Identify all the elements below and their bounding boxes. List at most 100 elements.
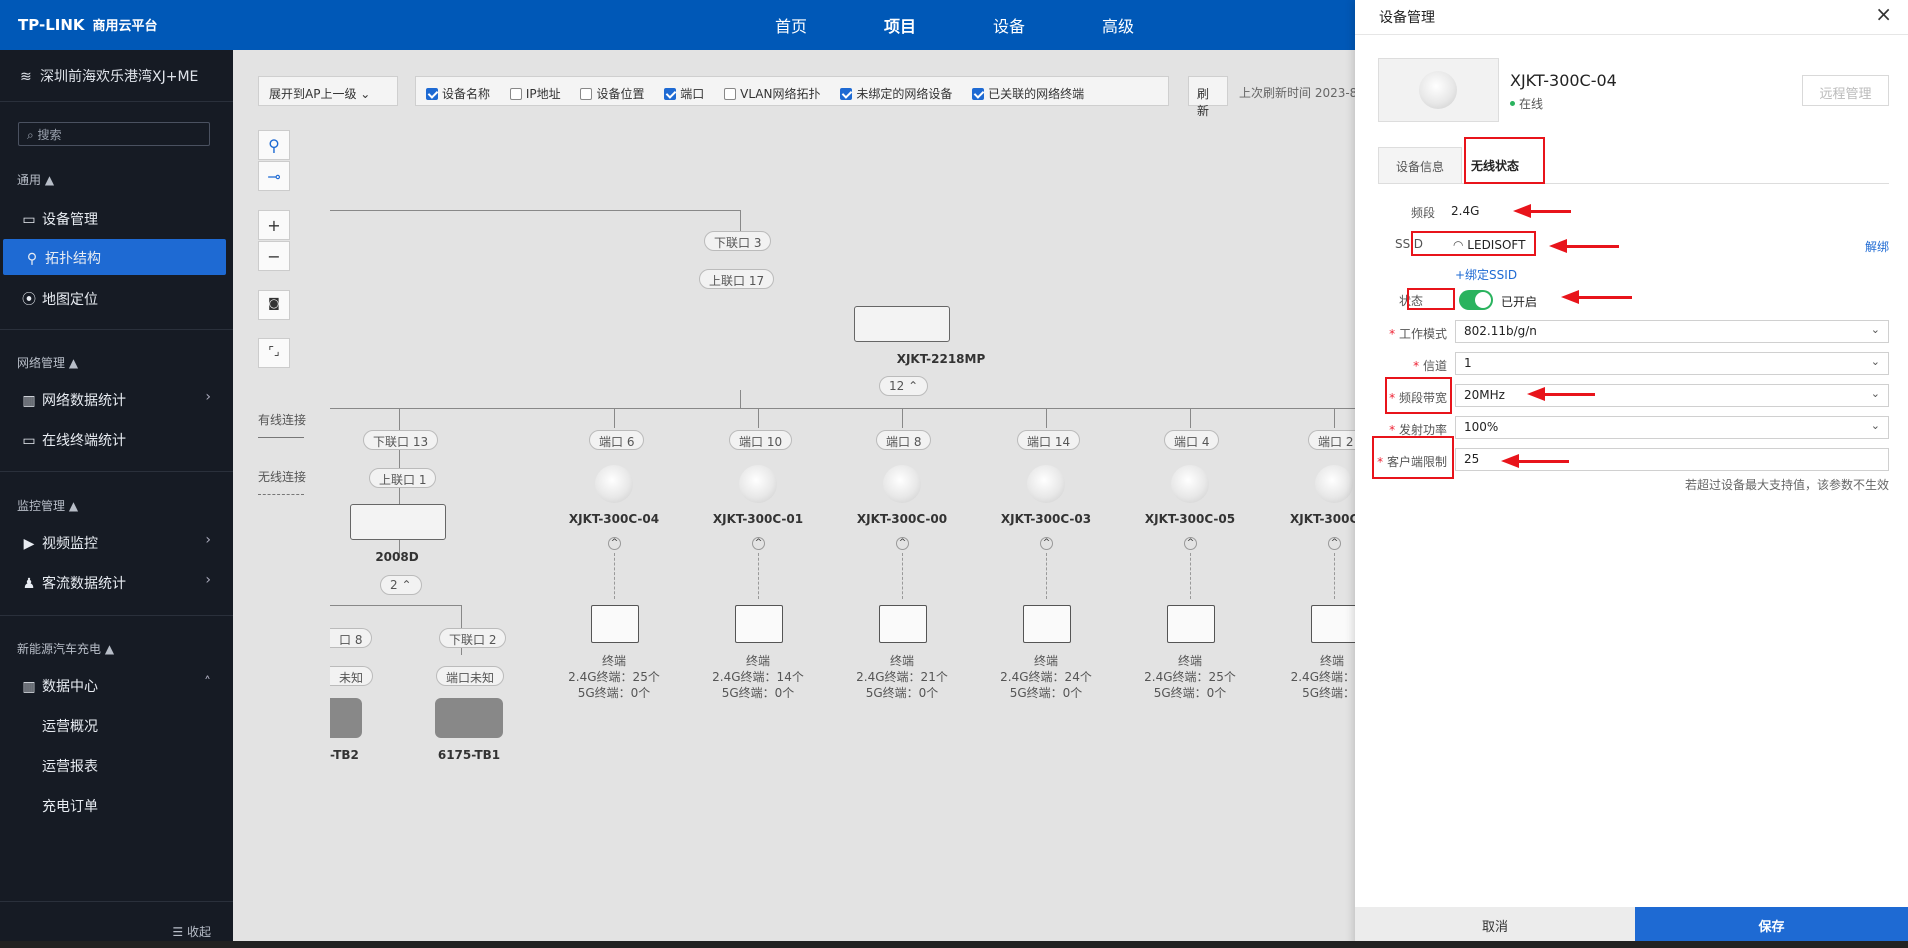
zoom-in-icon[interactable]: + xyxy=(258,210,290,240)
section-ev[interactable]: 新能源汽车充电 ▲ xyxy=(17,640,114,657)
layers-icon: ≋ xyxy=(20,69,32,85)
option-associated[interactable]: 已关联的网络终端 xyxy=(972,87,1084,101)
laptop-icon xyxy=(1311,605,1355,643)
tree-view-icon[interactable]: ⚲ xyxy=(258,130,290,160)
port-label: 端口 10 xyxy=(729,430,793,450)
sidebar-item-device-mgmt[interactable]: ▭ 设备管理 xyxy=(0,200,233,236)
port-label: 下联口 3 xyxy=(704,231,772,251)
chevron-down-icon: ⌄ xyxy=(1870,387,1880,400)
horizontal-tree-icon[interactable]: ⊸ xyxy=(258,161,290,191)
bandwidth-select[interactable]: 20MHz ⌄ xyxy=(1455,384,1889,407)
topology-canvas[interactable]: 展开到AP上一级 ⌄ 设备名称 IP地址 设备位置 端口 VLAN网络拓扑 未绑… xyxy=(233,50,1355,948)
option-vlan[interactable]: VLAN网络拓扑 xyxy=(724,87,821,101)
sidebar-subitem-report[interactable]: 运营报表 xyxy=(42,756,98,776)
status-badge: 在线 xyxy=(1510,95,1543,112)
option-port[interactable]: 端口 xyxy=(664,87,704,101)
fullscreen-icon[interactable]: ⌜⌟ xyxy=(258,338,290,368)
ap-icon[interactable] xyxy=(1171,465,1209,503)
channel-select[interactable]: 1 ⌄ xyxy=(1455,352,1889,375)
save-button[interactable]: 保存 xyxy=(1635,907,1908,941)
collapse-toggle[interactable]: 12 ⌃ xyxy=(879,376,929,396)
divider xyxy=(0,471,233,472)
port-label: 端口未知 xyxy=(436,666,505,686)
option-location[interactable]: 设备位置 xyxy=(580,87,644,101)
expand-icon[interactable]: ^ xyxy=(1328,537,1341,550)
nav-advanced[interactable]: 高级 xyxy=(1102,13,1134,37)
band-value: 2.4G xyxy=(1451,204,1480,218)
port-label: 未知 xyxy=(330,666,374,686)
expand-level-select[interactable]: 展开到AP上一级 ⌄ xyxy=(258,76,398,106)
close-icon[interactable]: × xyxy=(1875,2,1892,26)
port-label: 端口 8 xyxy=(876,430,932,450)
option-ip[interactable]: IP地址 xyxy=(509,87,561,101)
sidebar-item-net-stats[interactable]: ▥ 网络数据统计 › xyxy=(0,381,233,417)
sidebar-item-topology[interactable]: ⚲ 拓扑结构 xyxy=(3,239,226,275)
annotation-box xyxy=(1385,377,1452,414)
switch-icon[interactable] xyxy=(350,504,446,540)
collapse-button[interactable]: ☰ 收起 xyxy=(172,923,211,940)
display-options: 设备名称 IP地址 设备位置 端口 VLAN网络拓扑 未绑定的网络设备 已关联的… xyxy=(415,76,1169,106)
sidebar-item-video[interactable]: ▶ 视频监控 › xyxy=(0,524,233,560)
option-device-name[interactable]: 设备名称 xyxy=(426,87,490,101)
remote-manage-button[interactable]: 远程管理 xyxy=(1802,75,1889,106)
sidebar-item-traffic[interactable]: ♟ 客流数据统计 › xyxy=(0,564,233,600)
nav-project[interactable]: 项目 xyxy=(884,13,916,37)
nav-device[interactable]: 设备 xyxy=(993,13,1025,37)
bar-chart-icon: ▥ xyxy=(22,393,36,409)
port-label: 下联口 13 xyxy=(363,430,439,450)
unbind-link[interactable]: 解绑 xyxy=(1865,238,1889,255)
play-icon: ▶ xyxy=(23,536,35,552)
switch-icon[interactable] xyxy=(854,306,950,342)
nav-home[interactable]: 首页 xyxy=(775,13,807,37)
divider xyxy=(1355,34,1908,35)
legend-wired: 有线连接 xyxy=(258,413,307,427)
nvr-icon[interactable] xyxy=(435,698,503,738)
sidebar-item-datacenter[interactable]: ▥ 数据中心 ˄ xyxy=(0,667,233,703)
org-selector[interactable]: ≋ 深圳前海欢乐港湾XJ+ME xyxy=(0,50,233,102)
section-monitor[interactable]: 监控管理 ▲ xyxy=(17,497,78,514)
expand-icon[interactable]: ^ xyxy=(608,537,621,550)
device-name: XJKT-300C-04 xyxy=(1510,71,1617,90)
tx-power-select[interactable]: 100% ⌄ xyxy=(1455,416,1889,439)
ap-icon[interactable] xyxy=(1027,465,1065,503)
option-unbound[interactable]: 未绑定的网络设备 xyxy=(840,87,952,101)
ap-icon[interactable] xyxy=(595,465,633,503)
device-name: -TB2 xyxy=(330,748,359,762)
sidebar-subitem-orders[interactable]: 充电订单 xyxy=(42,796,98,816)
section-general[interactable]: 通用 ▲ xyxy=(17,171,54,188)
expand-icon[interactable]: ^ xyxy=(752,537,765,550)
zoom-out-icon[interactable]: − xyxy=(258,241,290,271)
search-icon: ⌕ xyxy=(27,128,38,142)
ap-icon[interactable] xyxy=(1315,465,1353,503)
nvr-icon[interactable] xyxy=(330,698,362,738)
camera-icon[interactable]: ◙ xyxy=(258,290,290,320)
expand-icon[interactable]: ^ xyxy=(1040,537,1053,550)
expand-icon[interactable]: ^ xyxy=(896,537,909,550)
ap-icon[interactable] xyxy=(739,465,777,503)
section-network[interactable]: 网络管理 ▲ xyxy=(17,354,78,371)
ap-icon[interactable] xyxy=(883,465,921,503)
port-label: 端口 2 xyxy=(1308,430,1355,450)
person-icon: ♟ xyxy=(22,576,36,592)
radio-toggle[interactable] xyxy=(1459,290,1493,310)
sidebar-subitem-overview[interactable]: 运营概况 xyxy=(42,716,98,736)
bind-ssid-link[interactable]: +绑定SSID xyxy=(1455,266,1517,283)
device-name: 2008D xyxy=(375,550,419,564)
band-label: 频段 xyxy=(1410,206,1435,220)
tab-device-info[interactable]: 设备信息 xyxy=(1378,147,1462,183)
sidebar-item-map[interactable]: ⦿ 地图定位 xyxy=(0,280,233,316)
collapse-toggle[interactable]: 2 ⌃ xyxy=(380,575,422,595)
refresh-button[interactable]: 刷新 xyxy=(1188,76,1228,118)
cancel-button[interactable]: 取消 xyxy=(1355,907,1635,941)
online-dot-icon xyxy=(1510,101,1515,106)
sidebar-item-online-terminals[interactable]: ▭ 在线终端统计 xyxy=(0,421,233,457)
chevron-right-icon: › xyxy=(205,572,211,588)
sidebar-search-input[interactable]: ⌕ 搜索 xyxy=(18,122,210,146)
annotation-arrow xyxy=(1561,290,1632,304)
annotation-box xyxy=(1464,137,1545,184)
device-name: XJKT-300C-00 xyxy=(856,512,948,526)
work-mode-select[interactable]: 802.11b/g/n ⌄ xyxy=(1455,320,1889,343)
annotation-box xyxy=(1411,231,1536,256)
device-name: XJKT-300C-05 xyxy=(1144,512,1236,526)
expand-icon[interactable]: ^ xyxy=(1184,537,1197,550)
